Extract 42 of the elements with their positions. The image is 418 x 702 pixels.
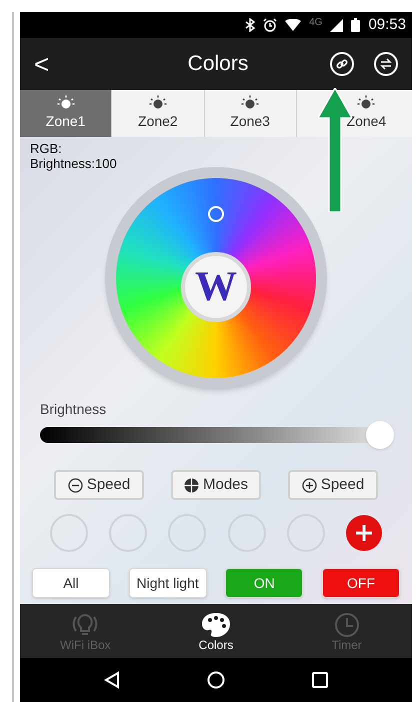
plus-circle-icon bbox=[302, 478, 317, 492]
plus-icon bbox=[354, 523, 374, 543]
bluetooth-icon bbox=[245, 18, 256, 32]
clock-time: 09:53 bbox=[368, 14, 406, 35]
action-button[interactable]: Night light bbox=[128, 568, 207, 598]
nav-tab[interactable]: Colors bbox=[150, 604, 282, 658]
home-circle-icon[interactable] bbox=[206, 671, 225, 689]
brightness-label: Brightness bbox=[40, 400, 108, 419]
back-triangle-icon[interactable] bbox=[104, 671, 120, 689]
sun-icon bbox=[56, 95, 75, 111]
brightness-thumb[interactable] bbox=[366, 421, 394, 449]
minus-circle-icon bbox=[68, 478, 83, 492]
action-button[interactable]: OFF bbox=[322, 568, 400, 598]
action-button[interactable]: All bbox=[32, 568, 110, 598]
link-button[interactable] bbox=[330, 52, 354, 76]
back-button[interactable]: < bbox=[34, 44, 64, 84]
page-title: Colors bbox=[186, 51, 250, 78]
palette-icon bbox=[200, 610, 232, 638]
color-selector[interactable] bbox=[208, 206, 224, 222]
speed-mode-button[interactable]: Modes bbox=[171, 470, 261, 500]
recents-square-icon[interactable] bbox=[312, 672, 328, 688]
clock-icon bbox=[332, 610, 361, 638]
wifi-icon bbox=[285, 19, 302, 31]
speed-mode-button[interactable]: Speed bbox=[288, 470, 378, 500]
color-wheel[interactable]: W bbox=[105, 167, 327, 389]
sun-icon bbox=[357, 95, 376, 111]
swap-icon bbox=[380, 58, 392, 70]
swap-button[interactable] bbox=[374, 52, 398, 76]
battery-icon bbox=[351, 18, 360, 32]
rgb-label: RGB: bbox=[30, 141, 63, 156]
center-button[interactable]: W bbox=[181, 252, 251, 322]
link-icon bbox=[336, 58, 348, 70]
globe-icon bbox=[184, 478, 199, 492]
signal-icon bbox=[330, 18, 344, 32]
speed-mode-button[interactable]: Speed bbox=[54, 470, 144, 500]
brightness-slider[interactable] bbox=[40, 421, 394, 449]
alarm-icon bbox=[263, 18, 278, 32]
network-label: 4G bbox=[309, 16, 322, 30]
zone-tab[interactable]: Zone1 bbox=[20, 90, 112, 137]
add-button[interactable] bbox=[346, 515, 382, 551]
sun-icon bbox=[241, 95, 260, 111]
sun-icon bbox=[148, 95, 167, 111]
